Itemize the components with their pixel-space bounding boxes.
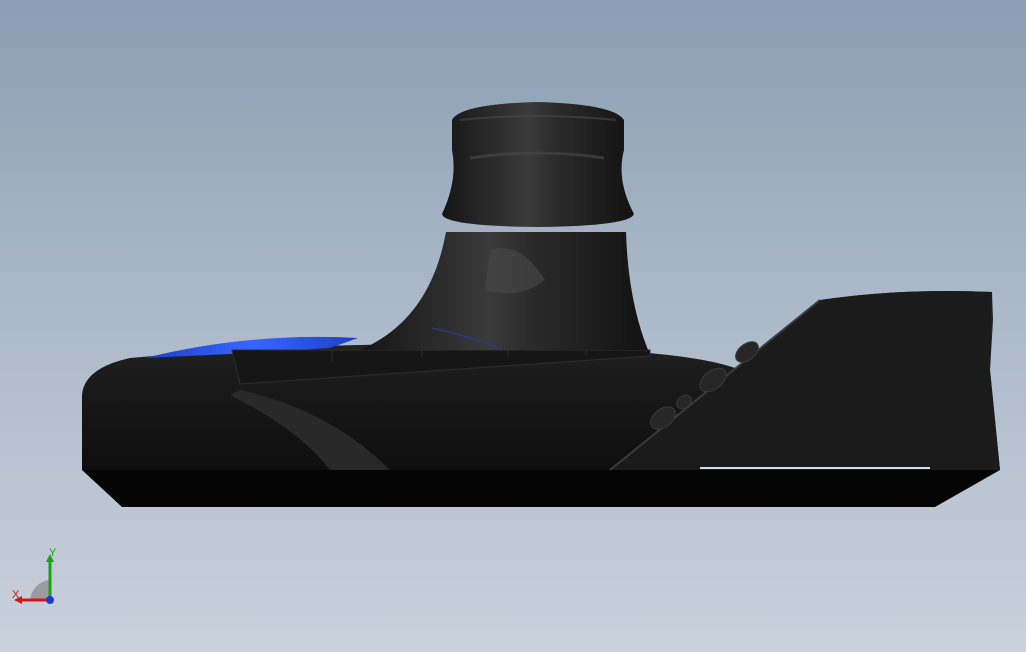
graphics-viewport[interactable]: Y X xyxy=(0,0,1026,652)
axis-triad: Y X xyxy=(10,548,70,612)
triad-graphic xyxy=(14,554,54,604)
knob-cap xyxy=(442,102,634,227)
base-plate xyxy=(82,470,1000,507)
y-axis-label: Y xyxy=(49,547,57,559)
x-axis-label: X xyxy=(12,589,20,601)
z-axis-dot xyxy=(46,596,54,604)
3d-model[interactable] xyxy=(0,0,1026,652)
